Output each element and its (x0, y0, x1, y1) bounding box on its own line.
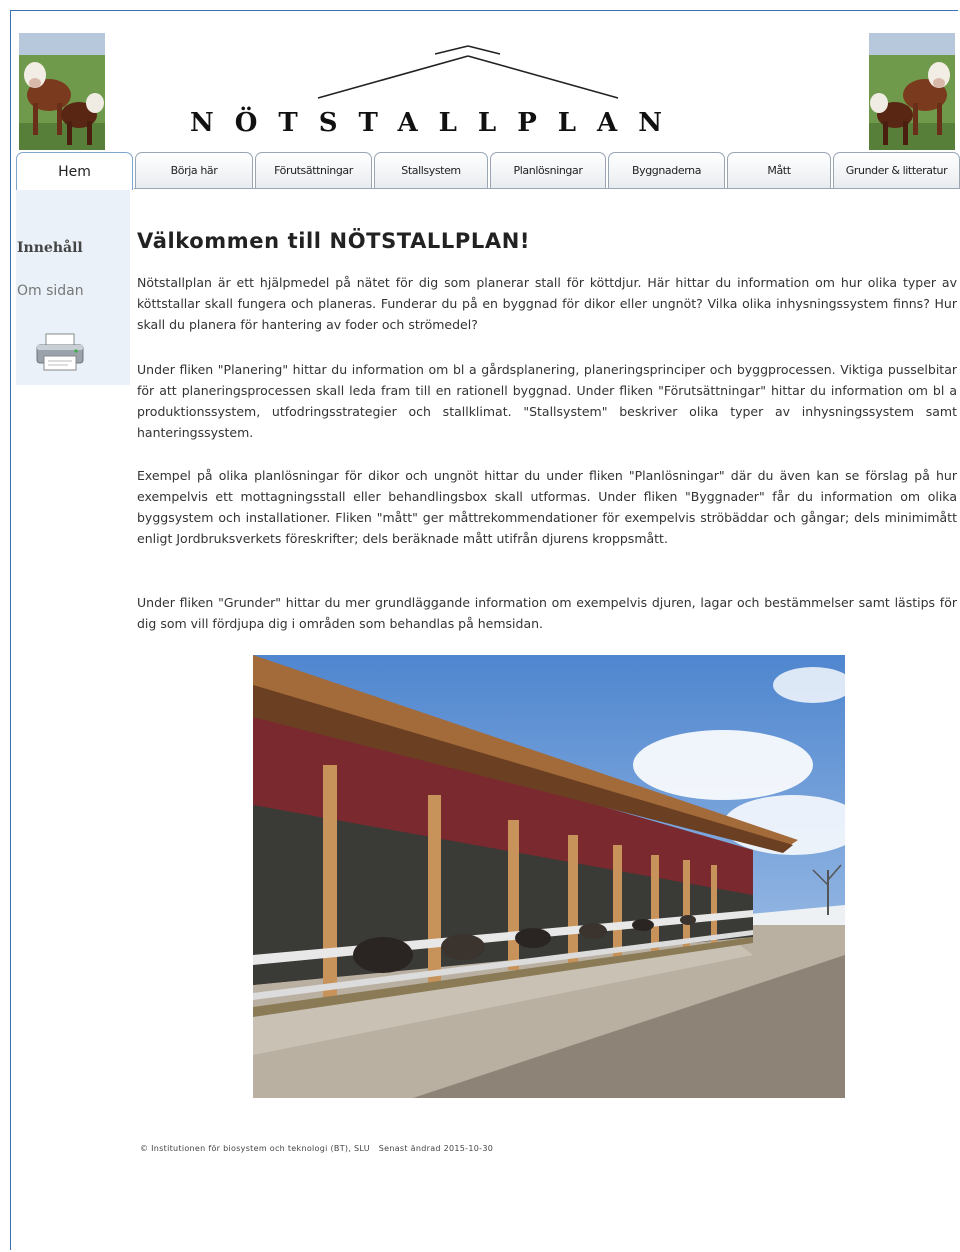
sidebar-title: Innehåll (17, 240, 83, 256)
sidebar-link-om-sidan[interactable]: Om sidan (17, 283, 84, 299)
tab-planlosningar[interactable]: Planlösningar (490, 152, 606, 188)
intro-paragraph-1: Nötstallplan är ett hjälpmedel på nätet … (137, 275, 957, 332)
logo-roof-graphic (317, 45, 619, 99)
footer-last-updated: Senast ändrad 2015-10-30 (378, 1144, 494, 1153)
tab-hem[interactable]: Hem (16, 152, 133, 190)
footer-copyright: © Institutionen för biosystem och teknol… (140, 1144, 370, 1153)
site-logo[interactable]: NÖTSTALLPLAN (190, 108, 790, 148)
page-footer: © Institutionen för biosystem och teknol… (140, 1144, 499, 1153)
tab-borja-har[interactable]: Börja här (135, 152, 253, 188)
intro-paragraph-2: Under fliken "Planering" hittar du infor… (137, 362, 957, 440)
cow-photo-right (869, 33, 955, 150)
intro-paragraph-4: Under fliken "Grunder" hittar du mer gru… (137, 595, 957, 631)
cow-photo-left (19, 33, 105, 150)
tab-baseline (134, 188, 960, 189)
tab-forutsattningar[interactable]: Förutsättningar (255, 152, 372, 188)
tab-byggnaderna[interactable]: Byggnaderna (608, 152, 725, 188)
tab-grunder-litteratur[interactable]: Grunder & litteratur (833, 152, 960, 188)
intro-paragraph-3: Exempel på olika planlösningar för dikor… (137, 468, 957, 546)
page-title: Välkommen till NÖTSTALLPLAN! (137, 229, 531, 253)
tab-matt[interactable]: Mått (727, 152, 831, 188)
printer-icon[interactable] (34, 332, 86, 372)
tab-stallsystem[interactable]: Stallsystem (374, 152, 488, 188)
main-navigation: Hem Börja här Förutsättningar Stallsyste… (16, 152, 960, 190)
barn-photo (253, 655, 845, 1098)
